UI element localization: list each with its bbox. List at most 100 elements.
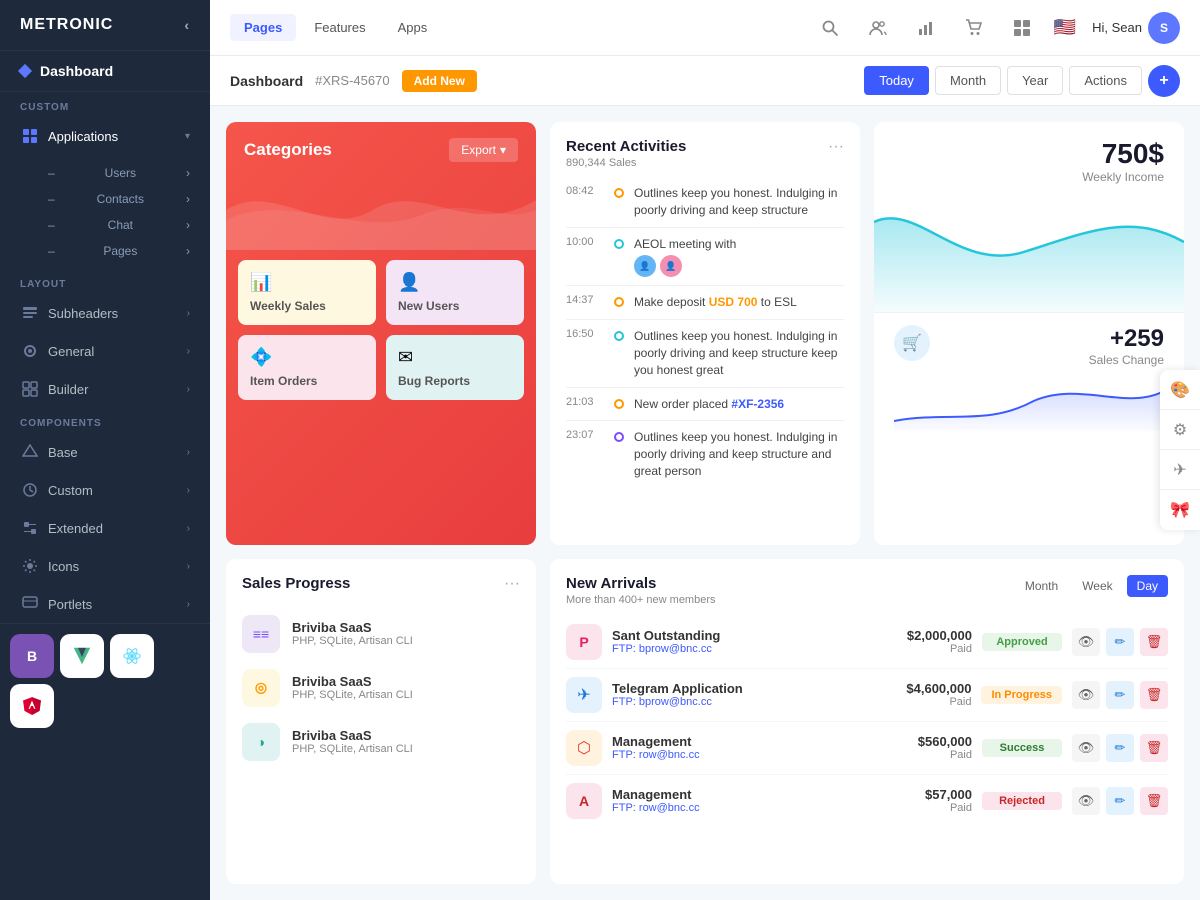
- bootstrap-icon[interactable]: B: [10, 634, 54, 678]
- arrivals-action-edit-3[interactable]: ✏: [1106, 734, 1134, 762]
- actions-button[interactable]: Actions: [1069, 66, 1142, 95]
- act-avatars-2: 👤 👤: [634, 255, 844, 277]
- extended-icon: [20, 518, 40, 538]
- category-weekly-sales[interactable]: 📊 Weekly Sales: [238, 260, 376, 325]
- sidebar-sub-item-contacts[interactable]: – Contacts ›: [48, 187, 190, 211]
- portlets-label: Portlets: [48, 597, 92, 612]
- arrivals-action-edit-2[interactable]: ✏: [1106, 681, 1134, 709]
- arrivals-action-edit-4[interactable]: ✏: [1106, 787, 1134, 815]
- arrivals-info-1: Sant Outstanding FTP: bprow@bnc.cc: [612, 628, 872, 655]
- angular-icon[interactable]: [10, 684, 54, 728]
- arrivals-action-view-3[interactable]: 👁: [1072, 734, 1100, 762]
- sidebar-item-portlets[interactable]: Portlets ›: [0, 585, 210, 623]
- sidebar-item-dashboard[interactable]: Dashboard: [0, 51, 210, 92]
- sidebar-item-base[interactable]: Base ›: [0, 433, 210, 471]
- arrivals-ftp-3: FTP: row@bnc.cc: [612, 749, 872, 761]
- arrivals-tab-week[interactable]: Week: [1072, 575, 1122, 597]
- bug-reports-icon: ✉: [398, 347, 512, 368]
- grid-icon[interactable]: [1006, 12, 1038, 44]
- sidebar-sub-item-chat[interactable]: – Chat ›: [48, 213, 190, 237]
- tab-features[interactable]: Features: [300, 14, 379, 41]
- settings-icon[interactable]: ⚙: [1160, 410, 1200, 450]
- arrivals-action-delete-3[interactable]: 🗑: [1140, 734, 1168, 762]
- sidebar-sub-applications: – Users › – Contacts › – Chat › – Pages …: [0, 155, 210, 269]
- act-dot-1: [614, 188, 624, 198]
- new-users-icon: 👤: [398, 272, 512, 293]
- send-icon[interactable]: ✈: [1160, 450, 1200, 490]
- arrivals-actions-3: 👁 ✏ 🗑: [1072, 734, 1168, 762]
- month-button[interactable]: Month: [935, 66, 1001, 95]
- activity-row-4: 16:50 Outlines keep you honest. Indulgin…: [566, 320, 844, 387]
- arrivals-action-delete-1[interactable]: 🗑: [1140, 628, 1168, 656]
- category-bug-reports[interactable]: ✉ Bug Reports: [386, 335, 524, 400]
- add-icon-button[interactable]: +: [1148, 65, 1180, 97]
- sales-progress-more-btn[interactable]: ···: [504, 575, 520, 593]
- sidebar-logo-area: METRONIC ‹: [0, 0, 210, 51]
- arrivals-action-view-1[interactable]: 👁: [1072, 628, 1100, 656]
- cart-icon[interactable]: [958, 12, 990, 44]
- activities-subtitle: 890,344 Sales: [566, 157, 686, 169]
- income-chart: [874, 192, 1184, 312]
- arrivals-action-delete-2[interactable]: 🗑: [1140, 681, 1168, 709]
- sidebar-sub-item-users[interactable]: – Users ›: [48, 161, 190, 185]
- export-button[interactable]: Export ▾: [449, 138, 518, 162]
- sidebar-item-custom[interactable]: Custom ›: [0, 471, 210, 509]
- general-icon: [20, 341, 40, 361]
- vue-icon[interactable]: [60, 634, 104, 678]
- act-time-5: 21:03: [566, 396, 604, 413]
- income-top: 750$ Weekly Income: [874, 122, 1184, 192]
- category-new-users[interactable]: 👤 New Users: [386, 260, 524, 325]
- applications-chevron: ▾: [185, 131, 190, 142]
- arrivals-action-view-4[interactable]: 👁: [1072, 787, 1100, 815]
- sidebar-item-subheaders[interactable]: Subheaders ›: [0, 294, 210, 332]
- sidebar-item-extended[interactable]: Extended ›: [0, 509, 210, 547]
- sales-progress-card: Sales Progress ··· ≡≡ Briviba SaaS PHP, …: [226, 559, 536, 884]
- sp-info-1: Briviba SaaS PHP, SQLite, Artisan CLI: [292, 620, 520, 647]
- tab-pages[interactable]: Pages: [230, 14, 296, 41]
- new-arrivals-title-area: New Arrivals More than 400+ new members: [566, 575, 716, 606]
- arrivals-action-view-2[interactable]: 👁: [1072, 681, 1100, 709]
- pages-dash: –: [48, 244, 55, 258]
- act-time-2: 10:00: [566, 236, 604, 278]
- tab-apps[interactable]: Apps: [384, 14, 442, 41]
- sp-info-3: Briviba SaaS PHP, SQLite, Artisan CLI: [292, 728, 520, 755]
- arrivals-tab-month[interactable]: Month: [1015, 575, 1068, 597]
- act-text-1: Outlines keep you honest. Indulging in p…: [634, 185, 844, 219]
- palette-icon[interactable]: 🎨: [1160, 370, 1200, 410]
- dashboard-label: Dashboard: [40, 63, 113, 79]
- arrivals-action-edit-1[interactable]: ✏: [1106, 628, 1134, 656]
- arrivals-icon-1: P: [566, 624, 602, 660]
- search-icon[interactable]: [814, 12, 846, 44]
- year-button[interactable]: Year: [1007, 66, 1063, 95]
- sidebar-item-general[interactable]: General ›: [0, 332, 210, 370]
- activity-row-2: 10:00 AEOL meeting with 👤 👤: [566, 228, 844, 287]
- today-button[interactable]: Today: [864, 66, 929, 95]
- arrivals-tab-day[interactable]: Day: [1127, 575, 1168, 597]
- category-item-orders[interactable]: 💠 Item Orders: [238, 335, 376, 400]
- app-logo: METRONIC: [20, 16, 113, 34]
- notification-icon[interactable]: 🎀: [1160, 490, 1200, 530]
- activity-row-5: 21:03 New order placed #XF-2356: [566, 388, 844, 422]
- user-greeting[interactable]: Hi, Sean S: [1092, 12, 1180, 44]
- add-new-button[interactable]: Add New: [402, 70, 477, 92]
- arrivals-price-1: $2,000,000 Paid: [882, 628, 972, 655]
- sidebar-item-builder[interactable]: Builder ›: [0, 370, 210, 408]
- page-title: Dashboard: [230, 73, 303, 89]
- avatar-1: 👤: [634, 255, 656, 277]
- arrivals-icon-3: ⬡: [566, 730, 602, 766]
- sales-change-chart: [894, 371, 1164, 431]
- sidebar-collapse-btn[interactable]: ‹: [184, 17, 190, 33]
- flag-icon[interactable]: 🇺🇸: [1054, 17, 1076, 38]
- activities-more-btn[interactable]: ···: [828, 138, 844, 156]
- act-time-6: 23:07: [566, 429, 604, 479]
- chart-icon[interactable]: [910, 12, 942, 44]
- sidebar-sub-item-pages[interactable]: – Pages ›: [48, 239, 190, 263]
- sidebar-item-icons[interactable]: Icons ›: [0, 547, 210, 585]
- act-time-4: 16:50: [566, 328, 604, 378]
- arrivals-action-delete-4[interactable]: 🗑: [1140, 787, 1168, 815]
- user-avatar[interactable]: S: [1148, 12, 1180, 44]
- react-icon[interactable]: [110, 634, 154, 678]
- sidebar-item-applications[interactable]: Applications ▾: [0, 117, 210, 155]
- arrivals-name-1: Sant Outstanding: [612, 628, 872, 643]
- users-icon[interactable]: [862, 12, 894, 44]
